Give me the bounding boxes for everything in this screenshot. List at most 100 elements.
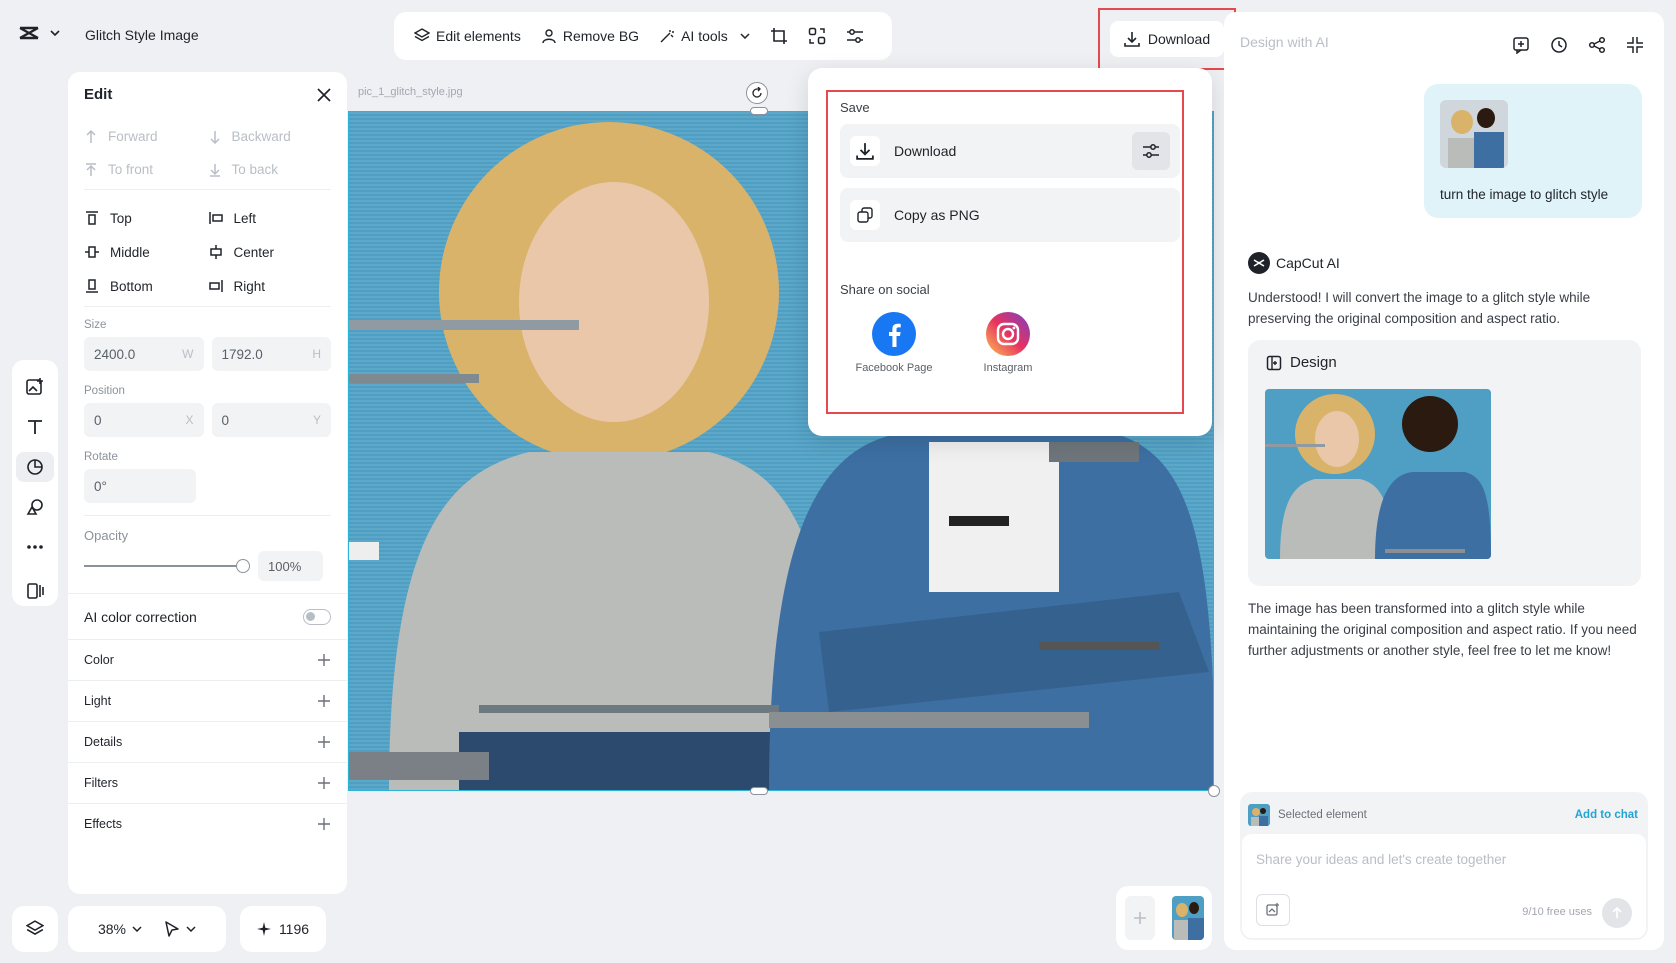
add-image-tool[interactable] [16, 372, 54, 402]
close-icon[interactable] [317, 87, 331, 102]
instagram-share-button[interactable]: Instagram [968, 312, 1048, 374]
copy-png-option[interactable]: Copy as PNG [840, 188, 1180, 242]
chat-input[interactable]: Share your ideas and let's create togeth… [1242, 834, 1646, 938]
app-logo-menu[interactable] [18, 24, 60, 42]
align-middle-button[interactable]: Middle [84, 244, 208, 260]
width-input[interactable]: 2400.0 W [84, 337, 204, 371]
align-top-button[interactable]: Top [84, 210, 208, 226]
height-value: 1792.0 [221, 346, 263, 362]
facebook-icon [872, 312, 916, 356]
layers-icon [414, 28, 430, 42]
send-button[interactable] [1602, 898, 1632, 928]
section-color[interactable]: Color [68, 639, 347, 680]
zoom-value: 38% [97, 921, 127, 937]
attach-image-button[interactable] [1256, 894, 1290, 926]
add-page-button[interactable] [1124, 896, 1155, 940]
more-icon [27, 545, 43, 549]
download-settings-button[interactable] [1132, 132, 1170, 170]
opacity-slider-knob[interactable] [236, 559, 250, 573]
to-front-icon [86, 162, 96, 176]
align-left-label: Left [233, 210, 257, 226]
magic-wand-icon [660, 30, 675, 43]
align-bottom-button[interactable]: Bottom [84, 278, 208, 294]
section-filters[interactable]: Filters [68, 762, 347, 803]
page-thumbnail[interactable] [1171, 896, 1204, 940]
ai-tools-button[interactable]: AI tools [651, 22, 758, 50]
crop-button[interactable] [762, 21, 796, 51]
more-tools[interactable] [16, 532, 54, 562]
rotate-value: 0° [94, 478, 107, 494]
position-x-input[interactable]: 0X [84, 403, 204, 437]
design-result-card[interactable]: Design [1248, 340, 1641, 586]
align-right-button[interactable]: Right [208, 278, 332, 294]
plus-icon [318, 818, 330, 830]
flip-icon [808, 27, 826, 45]
save-section-label: Save [840, 100, 870, 115]
flip-button[interactable] [800, 21, 834, 51]
height-input[interactable]: 1792.0 H [211, 337, 331, 371]
forward-button[interactable]: Forward [84, 129, 208, 144]
elements-tool[interactable] [16, 492, 54, 522]
remove-bg-button[interactable]: Remove BG [533, 22, 647, 50]
chevron-down-icon [50, 30, 60, 36]
plus-icon [318, 736, 330, 748]
to-front-label: To front [108, 162, 154, 177]
project-title[interactable]: Glitch Style Image [85, 27, 199, 43]
align-middle-icon [85, 246, 99, 258]
user-message-text: turn the image to glitch style [1440, 187, 1609, 202]
align-left-button[interactable]: Left [208, 210, 332, 226]
edit-elements-button[interactable]: Edit elements [406, 22, 529, 50]
opacity-label: Opacity [84, 528, 129, 543]
rotate-handle[interactable] [746, 82, 768, 104]
ai-reply-1: Understood! I will convert the image to … [1248, 290, 1591, 326]
chevron-down-icon [740, 33, 750, 39]
y-unit: Y [312, 413, 321, 427]
new-chat-icon[interactable] [1512, 36, 1530, 54]
position-y-input[interactable]: 0Y [211, 403, 331, 437]
copy-icon [850, 200, 880, 230]
resize-handle-bottom-right[interactable] [1208, 785, 1220, 797]
section-light[interactable]: Light [68, 680, 347, 721]
align-center-button[interactable]: Center [208, 244, 332, 260]
left-tool-rail [12, 360, 58, 606]
shapes-icon [27, 459, 43, 475]
facebook-share-button[interactable]: Facebook Page [854, 312, 934, 374]
add-to-chat-button[interactable]: Add to chat [1575, 809, 1638, 821]
section-details[interactable]: Details [68, 721, 347, 762]
shapes-tool[interactable] [16, 452, 54, 482]
rotate-input[interactable]: 0° [84, 469, 196, 503]
layers-button[interactable] [12, 906, 58, 952]
backward-button[interactable]: Backward [208, 129, 332, 144]
zoom-dropdown[interactable]: 38% [98, 921, 142, 937]
download-button[interactable]: Download [1109, 21, 1225, 57]
ai-name-label: CapCut AI [1276, 255, 1340, 271]
to-back-button[interactable]: To back [208, 162, 332, 177]
resize-handle-bottom[interactable] [750, 787, 768, 795]
ai-color-correction-toggle[interactable] [303, 608, 331, 625]
history-icon[interactable] [1550, 36, 1568, 54]
resize-handle-top[interactable] [750, 107, 768, 115]
opacity-slider[interactable] [84, 559, 250, 573]
to-back-icon [209, 163, 220, 177]
person-icon [542, 29, 556, 44]
panel-toggle-tool[interactable] [16, 576, 54, 606]
share-icon[interactable] [1588, 36, 1606, 54]
ai-tools-label: AI tools [681, 28, 728, 44]
sliders-icon [846, 29, 863, 43]
align-top-label: Top [110, 210, 132, 226]
to-front-button[interactable]: To front [84, 162, 208, 177]
adjust-button[interactable] [838, 21, 872, 51]
collapse-icon[interactable] [1626, 36, 1644, 54]
download-option[interactable]: Download [840, 124, 1180, 178]
text-tool[interactable] [16, 412, 54, 442]
pointer-icon [165, 921, 179, 937]
chat-input-area: Selected element Add to chat Share your … [1240, 792, 1648, 940]
credits-button[interactable]: 1196 [240, 906, 326, 952]
align-bottom-icon [86, 279, 98, 293]
opacity-input[interactable]: 100% [258, 551, 323, 581]
x-unit: X [185, 413, 194, 427]
pointer-tool-dropdown[interactable] [164, 921, 196, 937]
design-result-image[interactable] [1265, 389, 1491, 559]
section-effects[interactable]: Effects [68, 803, 347, 844]
align-right-icon [208, 280, 223, 292]
